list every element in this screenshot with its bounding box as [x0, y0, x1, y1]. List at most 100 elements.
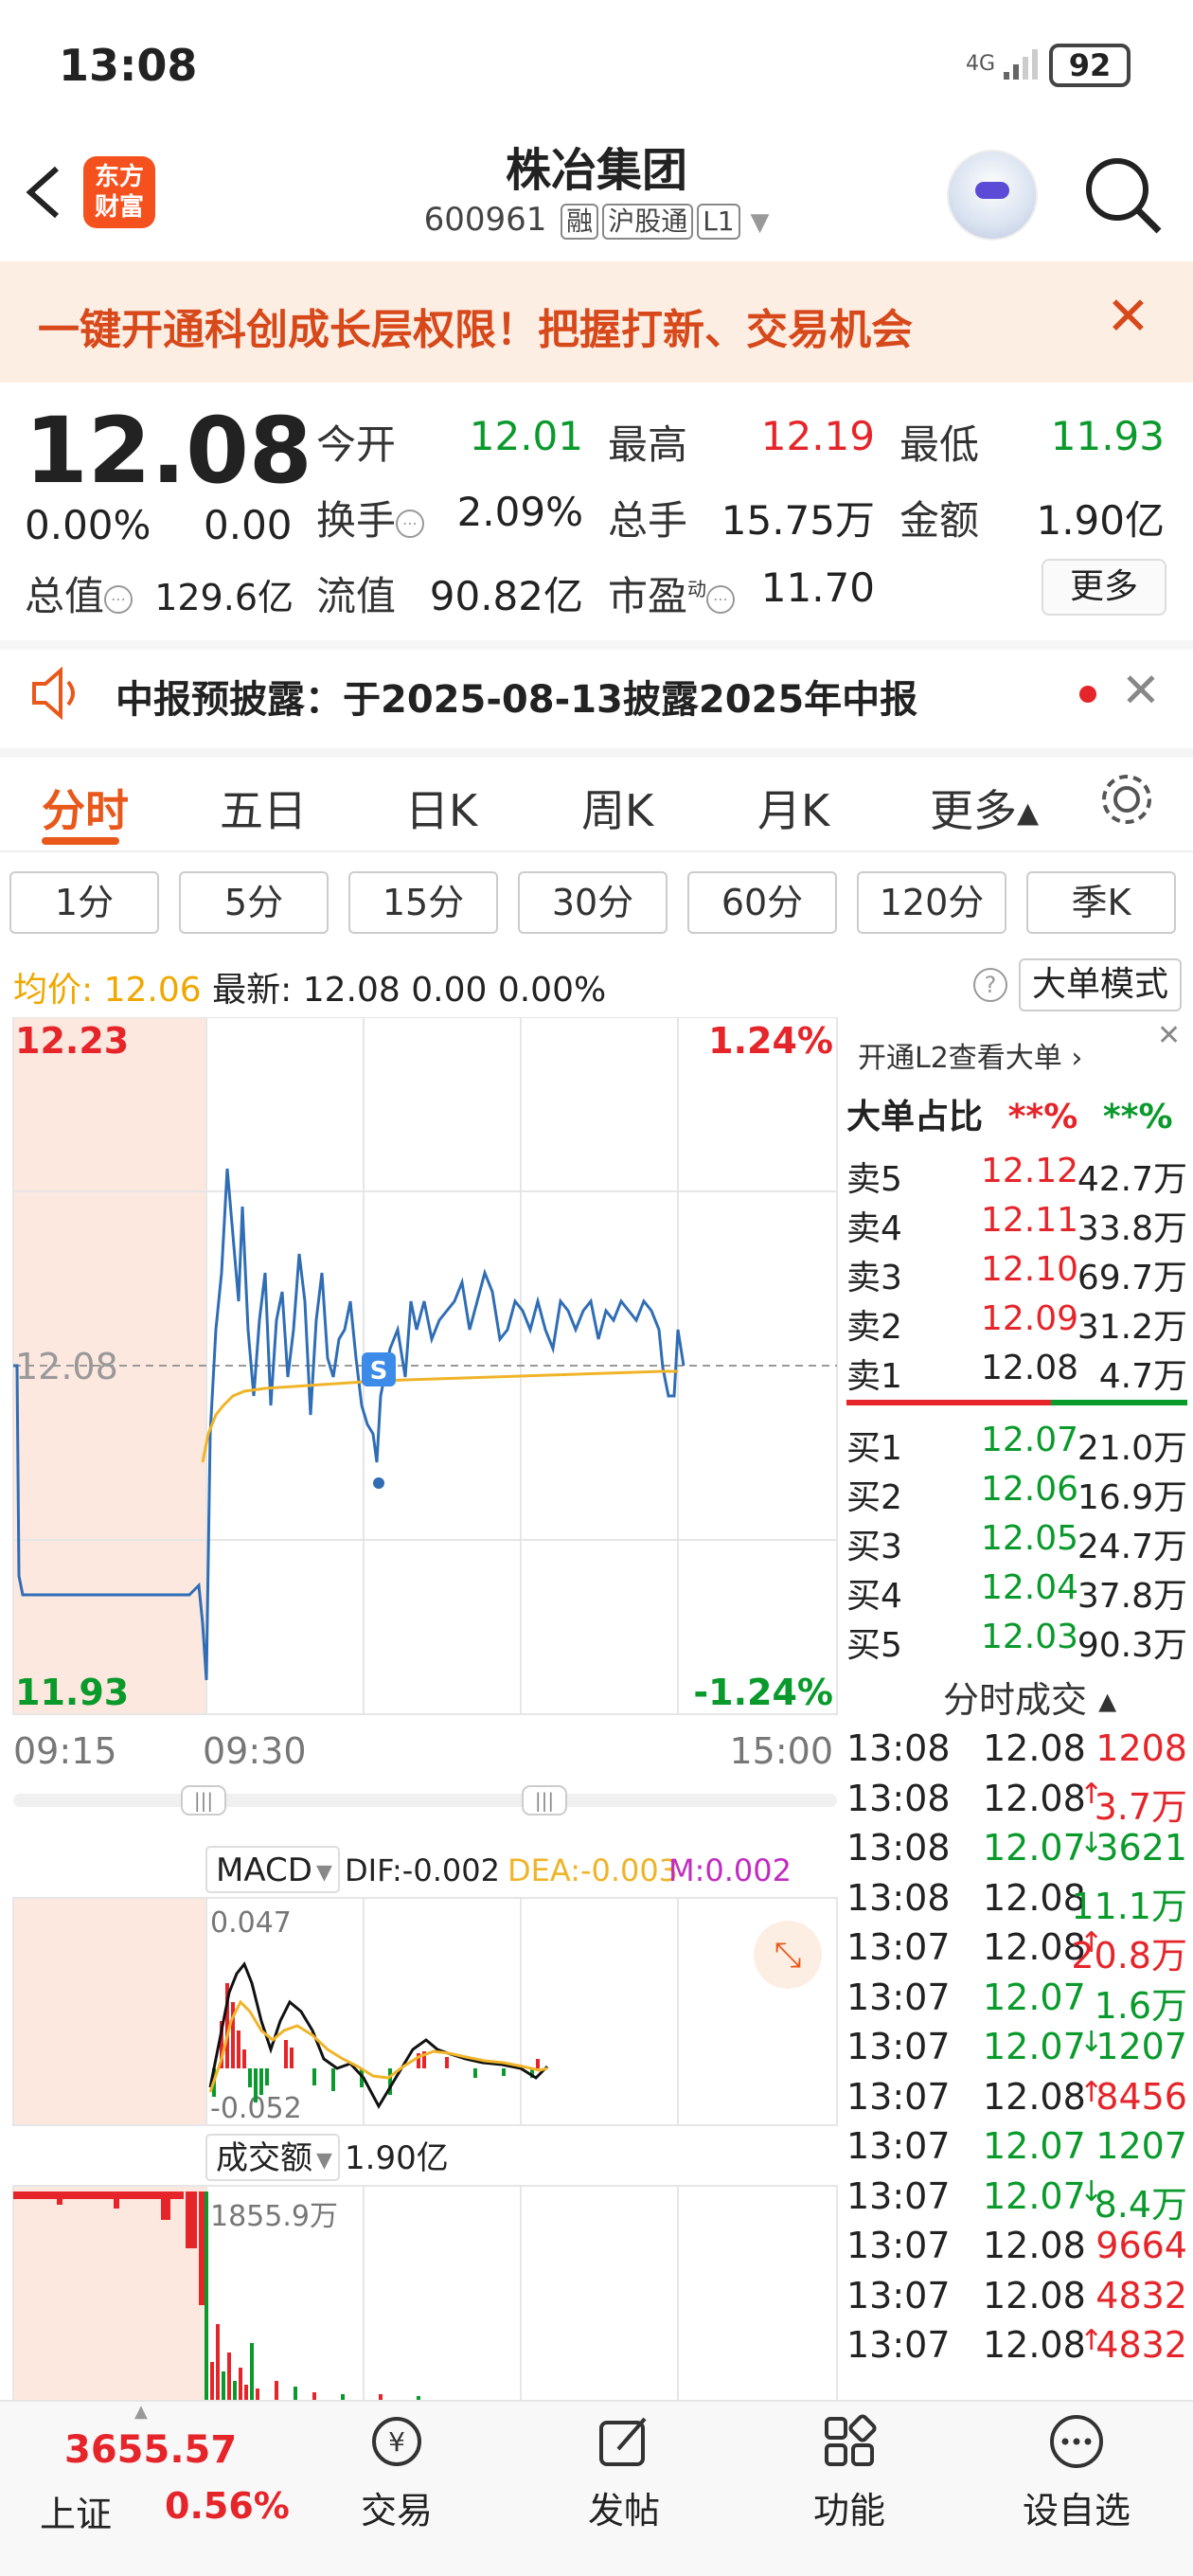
tab-weekly-k[interactable]: 周K	[581, 777, 653, 839]
bid-row[interactable]: 买3 12.05 24.7万	[846, 1519, 1187, 1568]
interval-5min[interactable]: 5分	[179, 871, 329, 934]
amount-label: 金额	[899, 497, 980, 544]
bid-row[interactable]: 买4 12.04 37.8万	[846, 1568, 1187, 1618]
bid-volume: 21.0万	[1077, 1429, 1187, 1468]
trade-price: 12.07	[983, 2174, 1086, 2217]
ask-label: 卖3	[846, 1259, 902, 1297]
bid-price: 12.03	[981, 1618, 1079, 1656]
trade-row: 13:07 12.08 4832	[846, 2275, 1187, 2324]
ask-price: 12.11	[981, 1201, 1079, 1240]
tag-connect: 沪股通	[602, 204, 694, 240]
trade-row: 13:08 12.08 ↑ 3.7万	[846, 1778, 1187, 1828]
trade-price: 12.07	[983, 2026, 1086, 2067]
nav-functions[interactable]: 功能	[778, 2411, 920, 2533]
tab-daily-k[interactable]: 日K	[405, 777, 477, 839]
brand-line1: 东方	[94, 163, 144, 191]
trade-row: 13:08 12.08 11.1万	[846, 1877, 1187, 1927]
trade-time: 13:08	[846, 1827, 951, 1869]
tab-monthly-k[interactable]: 月K	[757, 777, 829, 839]
big-order-mode-button[interactable]: 大单模式	[1019, 958, 1182, 1011]
bid-label: 买2	[846, 1478, 902, 1517]
interval-30min[interactable]: 30分	[518, 871, 668, 934]
ask-row[interactable]: 卖1 12.08 4.7万	[846, 1349, 1187, 1398]
bid-row[interactable]: 买2 12.06 16.9万	[846, 1470, 1187, 1519]
y-axis-bottom: 11.93	[15, 1672, 129, 1713]
pct-axis-top: 1.24%	[708, 1020, 833, 1062]
nav-post[interactable]: 发帖	[553, 2411, 695, 2533]
pre-market-shade	[13, 2186, 206, 2404]
help-icon[interactable]: ?	[973, 968, 1007, 1002]
trade-row: 13:07 12.08 9664	[846, 2225, 1187, 2274]
open-label: 今开	[316, 421, 397, 468]
svg-text:¥: ¥	[388, 2426, 405, 2458]
macd-dea: DEA:-0.003	[507, 1852, 678, 1888]
trade-time: 13:07	[846, 1976, 951, 2018]
pe-superscript: 动	[687, 578, 707, 600]
x-tick-0915: 09:15	[13, 1730, 117, 1772]
interval-120min[interactable]: 120分	[857, 871, 1006, 934]
dropdown-caret-icon: ▼	[316, 2149, 332, 2173]
index-percent[interactable]: 0.56%	[165, 2485, 290, 2527]
trade-time: 13:07	[846, 2075, 951, 2118]
tab-more[interactable]: 更多▴	[930, 777, 1039, 839]
volume-total: 1.90亿	[345, 2139, 449, 2177]
index-name[interactable]: 上证	[40, 2485, 112, 2537]
trade-volume: 3621	[1095, 1827, 1187, 1869]
interval-1min[interactable]: 1分	[9, 871, 159, 934]
ask-row[interactable]: 卖4 12.11 33.8万	[846, 1201, 1187, 1250]
macd-label: MACD	[216, 1852, 312, 1889]
promo-close-icon[interactable]: ✕	[1106, 286, 1150, 348]
bid-price: 12.04	[981, 1568, 1079, 1607]
tab-intraday[interactable]: 分时	[42, 777, 129, 839]
mktcap-label[interactable]: 总值 ⋯	[25, 564, 134, 622]
interval-quarter-k[interactable]: 季K	[1026, 871, 1176, 934]
ask-row[interactable]: 卖3 12.10 69.7万	[846, 1250, 1187, 1299]
info-icon: ⋯	[104, 584, 134, 614]
bid-label: 买3	[846, 1528, 902, 1566]
back-button[interactable]	[19, 159, 76, 225]
speaker-icon	[27, 663, 87, 724]
interval-15min[interactable]: 15分	[348, 871, 498, 934]
trades-title[interactable]: 分时成交 ▴	[943, 1671, 1116, 1723]
ask-row[interactable]: 卖2 12.09 31.2万	[846, 1299, 1187, 1349]
search-icon	[1086, 158, 1162, 234]
more-button[interactable]: 更多	[1042, 559, 1166, 616]
notice-close-icon[interactable]: ✕	[1121, 663, 1161, 718]
promo-text[interactable]: 一键开通科创成长层权限！把握打新、交易机会	[38, 295, 913, 356]
ratio-sell: **%	[1102, 1098, 1173, 1136]
gear-icon	[1102, 775, 1151, 824]
turnover-label[interactable]: 换手 ⋯	[316, 489, 425, 546]
stock-subtitle[interactable]: 600961 融沪股通 L1 ▼	[360, 201, 833, 240]
brand-line2: 财富	[94, 193, 144, 222]
trade-time: 13:07	[846, 2225, 951, 2266]
l2-close-icon[interactable]: ✕	[1157, 1019, 1181, 1052]
nav-watchlist[interactable]: 设自选	[1006, 2411, 1148, 2533]
index-value[interactable]: 3655.57	[64, 2428, 237, 2472]
bid-volume: 90.3万	[1077, 1626, 1187, 1665]
trade-row: 13:07 12.08 ↑ 20.8万	[846, 1926, 1187, 1977]
ask-row[interactable]: 卖5 12.12 42.7万	[846, 1152, 1187, 1201]
x-tick-1500: 15:00	[729, 1730, 833, 1772]
trade-volume: 11.1万	[1071, 1885, 1187, 1927]
unread-dot	[1079, 686, 1096, 703]
nav-trade[interactable]: ¥ 交易	[326, 2411, 468, 2533]
trade-volume: 1207	[1095, 2125, 1187, 2167]
high-value: 12.19	[760, 413, 875, 459]
range-slider-track[interactable]	[13, 1794, 837, 1807]
bid-row[interactable]: 买1 12.07 21.0万	[846, 1421, 1187, 1470]
more-dots-icon	[1050, 2415, 1103, 2468]
l2-upgrade-link[interactable]: 开通L2查看大单 ›	[858, 1034, 1082, 1076]
pe-label[interactable]: 市盈动 ⋯	[608, 564, 736, 622]
tab-five-day[interactable]: 五日	[220, 777, 307, 839]
bid-row[interactable]: 买5 12.03 90.3万	[846, 1618, 1187, 1667]
intraday-chart[interactable]: S 12.23 12.08 11.93 1.24% -1.24% 09:15 0…	[0, 1017, 839, 2404]
y-axis-top: 12.23	[15, 1020, 129, 1062]
brand-logo[interactable]: 东方 财富	[83, 156, 155, 228]
search-button[interactable]	[1079, 152, 1165, 237]
interval-60min[interactable]: 60分	[687, 871, 837, 934]
pct-axis-bottom: -1.24%	[693, 1672, 833, 1713]
settings-button[interactable]	[1095, 767, 1159, 832]
trade-time: 13:07	[846, 2026, 951, 2067]
high-label: 最高	[608, 421, 688, 468]
notice-text[interactable]: 中报预披露：于2025-08-13披露2025年中报	[116, 669, 917, 724]
